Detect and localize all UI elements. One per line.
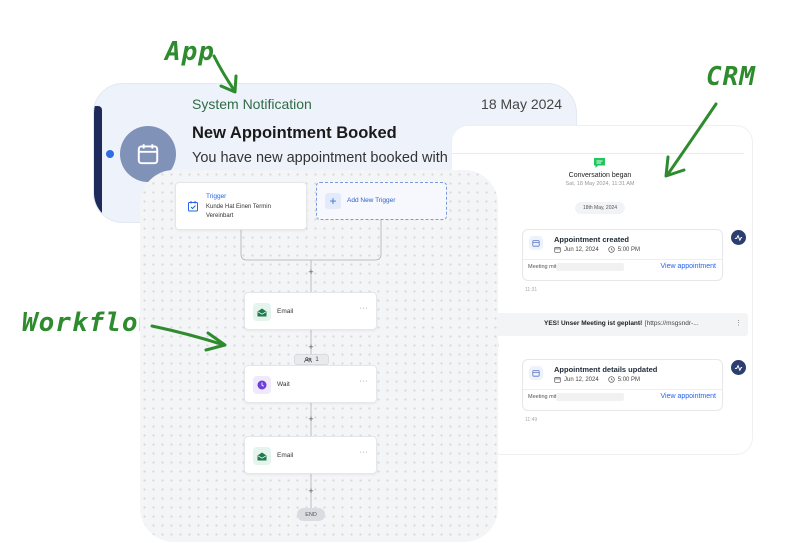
annotation-app: App xyxy=(165,37,215,67)
view-appointment-link[interactable]: View appointment xyxy=(660,263,716,270)
phone-edge xyxy=(94,106,102,216)
email-icon xyxy=(253,303,271,321)
add-step-plus[interactable]: + xyxy=(306,267,316,277)
calendar-check-icon xyxy=(188,201,198,212)
workflow-step-email[interactable]: Email ··· xyxy=(244,292,377,330)
add-trigger-label: Add New Trigger xyxy=(347,197,396,204)
event-date: Jun 12, 2024 xyxy=(564,376,599,383)
clock-icon xyxy=(608,376,615,383)
meeting-label: Meeting mit xyxy=(528,394,557,400)
trigger-description: Kunde Hat Einen Termin Vereinbart xyxy=(206,204,271,219)
event-card: Appointment details updated Jun 12, 2024… xyxy=(522,359,723,411)
calendar-small-icon xyxy=(554,377,561,383)
event-timestamp: 11:31 xyxy=(525,287,538,293)
event-card: Appointment created Jun 12, 2024 5:00 PM… xyxy=(522,229,723,281)
stage: App CRM Workflow System Notification 18 … xyxy=(0,0,800,543)
redacted-name xyxy=(556,393,624,401)
redacted-name xyxy=(556,263,624,271)
trigger-title: Trigger xyxy=(206,193,227,200)
activity-icon xyxy=(731,360,746,375)
view-appointment-link[interactable]: View appointment xyxy=(660,393,716,400)
calendar-icon xyxy=(529,366,543,380)
step-label: Wait xyxy=(277,381,290,388)
notification-title: New Appointment Booked xyxy=(192,124,397,142)
chat-icon xyxy=(594,158,605,168)
event-meta: Jun 12, 2024 5:00 PM xyxy=(554,376,640,383)
calendar-small-icon xyxy=(554,247,561,253)
workflow-step-wait[interactable]: Wait ··· xyxy=(244,365,377,403)
activity-icon xyxy=(731,230,746,245)
trigger-card[interactable]: Trigger Kunde Hat Einen Termin Vereinbar… xyxy=(175,182,307,230)
event-title: Appointment details updated xyxy=(554,365,658,374)
end-marker: END xyxy=(297,508,325,521)
more-icon[interactable]: ··· xyxy=(360,449,369,456)
calendar-icon xyxy=(137,144,159,165)
divider xyxy=(523,259,722,260)
message-text: YES! Unser Meeting ist geplant! xyxy=(544,320,643,327)
divider xyxy=(523,389,722,390)
clock-icon xyxy=(608,246,615,253)
annotation-workflow: Workflow xyxy=(22,308,156,338)
add-step-plus[interactable]: + xyxy=(306,486,316,496)
message-separator: - xyxy=(639,320,642,327)
divider xyxy=(452,153,744,154)
notification-date: 18 May 2024 xyxy=(481,96,562,112)
add-step-plus[interactable]: + xyxy=(306,342,316,352)
annotation-crm: CRM xyxy=(706,62,756,92)
step-label: Email xyxy=(277,308,294,315)
add-trigger-button[interactable]: + Add New Trigger xyxy=(316,182,447,220)
badge-count: 1 xyxy=(315,356,319,363)
message-row[interactable]: YES! Unser Meeting ist geplant! - [https… xyxy=(462,313,748,336)
more-icon[interactable]: ⋮ xyxy=(735,319,742,327)
plus-icon: + xyxy=(325,193,341,209)
event-date: Jun 12, 2024 xyxy=(564,246,599,253)
email-icon xyxy=(253,447,271,465)
step-label: Email xyxy=(277,452,294,459)
add-step-plus[interactable]: + xyxy=(306,414,316,424)
calendar-icon xyxy=(529,236,543,250)
event-title: Appointment created xyxy=(554,235,630,244)
unread-dot xyxy=(106,150,114,158)
clock-icon xyxy=(253,376,271,394)
event-time: 5:00 PM xyxy=(617,376,641,383)
more-icon[interactable]: ··· xyxy=(360,378,369,385)
meeting-label: Meeting mit xyxy=(528,264,557,270)
contacts-badge[interactable]: 1 xyxy=(294,354,329,365)
more-icon[interactable]: ··· xyxy=(360,305,369,312)
date-divider: 18th May, 2024 xyxy=(575,202,625,214)
message-link[interactable]: - [https://msgsndr-... xyxy=(639,320,699,327)
notification-source: System Notification xyxy=(192,96,312,112)
message-link-text: [https://msgsndr-... xyxy=(644,320,699,327)
workflow-canvas[interactable]: Trigger Kunde Hat Einen Termin Vereinbar… xyxy=(140,170,498,542)
users-icon xyxy=(304,356,313,362)
event-meta: Jun 12, 2024 5:00 PM xyxy=(554,246,640,253)
workflow-step-email[interactable]: Email ··· xyxy=(244,436,377,474)
notification-body: You have new appointment booked with xyxy=(192,150,448,166)
event-time: 5:00 PM xyxy=(617,246,641,253)
event-timestamp: 11:49 xyxy=(525,417,538,423)
